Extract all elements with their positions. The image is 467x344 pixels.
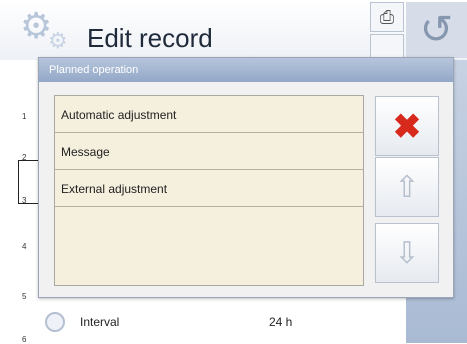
header-secondary-button[interactable] xyxy=(370,34,404,58)
printer-icon: ⎙ xyxy=(379,7,395,27)
page-title: Edit record xyxy=(87,23,213,53)
back-button[interactable]: ↺ xyxy=(406,2,467,58)
scroll-up-button[interactable]: ⇧ xyxy=(375,157,439,217)
scroll-down-button[interactable]: ⇩ xyxy=(375,223,439,283)
list-item[interactable]: Message xyxy=(55,133,363,170)
print-button[interactable]: ⎙ xyxy=(370,2,404,32)
list-item-label: Automatic adjustment xyxy=(61,108,177,122)
row-number-1: 1 xyxy=(22,112,27,121)
close-button[interactable]: ✖ xyxy=(375,96,439,156)
list-item[interactable]: External adjustment xyxy=(55,170,363,207)
dialog-title: Planned operation xyxy=(39,58,453,82)
arrow-up-icon: ⇧ xyxy=(394,171,420,204)
interval-label: Interval xyxy=(80,315,120,329)
row-number-4: 4 xyxy=(22,242,27,251)
operation-list: Automatic adjustment Message External ad… xyxy=(54,95,364,286)
undo-icon: ↺ xyxy=(419,8,454,52)
list-item[interactable]: Automatic adjustment xyxy=(55,96,363,133)
selected-row-marker xyxy=(18,160,38,204)
planned-operation-dialog: Planned operation Automatic adjustment M… xyxy=(38,57,454,298)
row-number-5: 5 xyxy=(22,292,27,301)
interval-value: 24 h xyxy=(269,315,293,329)
interval-row[interactable]: Interval 24 h xyxy=(40,300,406,343)
list-item-label: External adjustment xyxy=(61,182,168,196)
arrow-down-icon: ⇩ xyxy=(394,237,420,270)
close-icon: ✖ xyxy=(392,108,422,146)
header-bar: ⚙ ⚙ Edit record ⎙ ↺ xyxy=(0,0,467,60)
gear-small-icon: ⚙ xyxy=(48,28,68,53)
list-item-label: Message xyxy=(61,145,110,159)
clock-icon xyxy=(45,312,65,332)
